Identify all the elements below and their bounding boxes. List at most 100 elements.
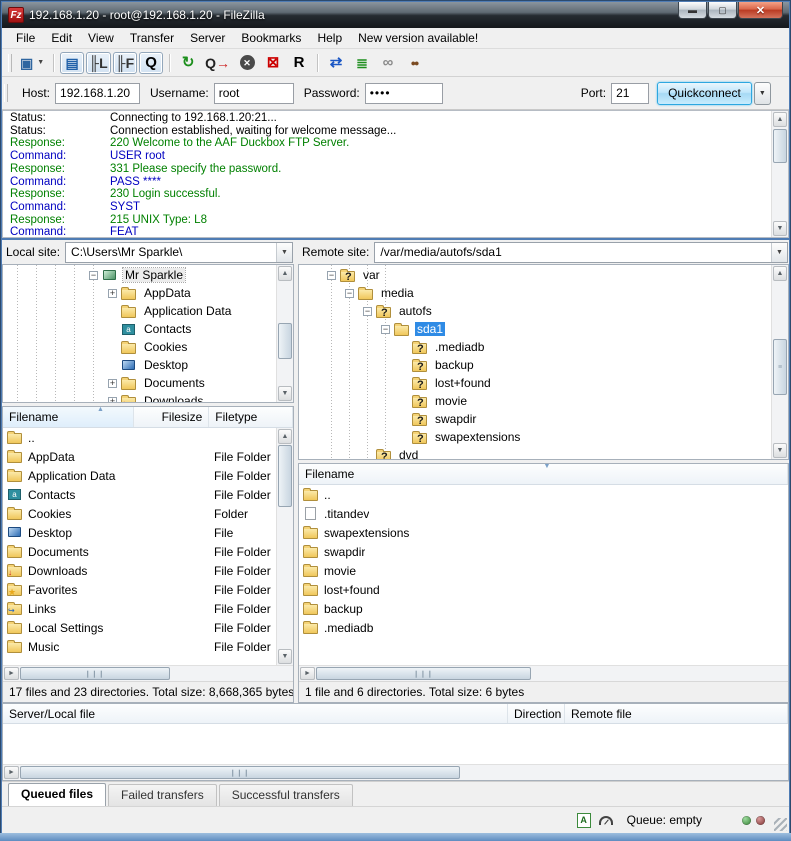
expand-icon[interactable]: + [108,289,117,298]
tab-failed-transfers[interactable]: Failed transfers [108,784,217,806]
collapse-icon[interactable]: − [381,325,390,334]
local-tree-scrollbar[interactable]: ▲ ▼ [276,265,293,402]
file-row-downloads[interactable]: ↓DownloadsFile Folder [3,561,293,580]
scroll-right-icon[interactable]: ► [4,766,19,779]
tab-queued-files[interactable]: Queued files [8,783,106,806]
file-row-music[interactable]: MusicFile Folder [3,637,293,656]
file-row-lost-found[interactable]: lost+found [299,580,788,599]
sync-browsing-button[interactable]: ≣ [350,52,374,74]
file-row-links[interactable]: ↪LinksFile Folder [3,599,293,618]
tree-item-swapdir[interactable]: swapdir [299,410,771,428]
menu-item-server[interactable]: Server [182,29,233,47]
scroll-down-icon[interactable]: ▼ [278,386,292,401]
local-list-scrollbar[interactable]: ▲ ▼ [276,428,293,665]
filter-button[interactable]: ∞ [376,52,400,74]
site-manager-button[interactable]: ▣▼ [17,52,47,74]
column-header-filesize[interactable]: Filesize [134,407,210,427]
host-input[interactable] [55,83,140,104]
resize-grip[interactable] [774,818,787,831]
column-header-filename[interactable]: Filename [3,407,134,427]
local-tree-button[interactable]: ╟L [86,52,110,74]
tree-item-contacts[interactable]: aContacts [3,320,276,338]
queue-column-remote-file[interactable]: Remote file [565,704,788,723]
message-log-button[interactable]: ▤ [60,52,84,74]
reconnect-button[interactable]: R [287,52,311,74]
message-log-scrollbar[interactable]: ▲ ▼ [771,111,788,237]
queue-column-server-local-file[interactable]: Server/Local file [3,704,508,723]
minimize-button[interactable]: ▬ [678,2,707,19]
menu-item-transfer[interactable]: Transfer [122,29,182,47]
scroll-down-icon[interactable]: ▼ [773,443,787,458]
menu-item-new-version-available[interactable]: New version available! [350,29,486,47]
password-input[interactable] [365,83,443,104]
tree-item-autofs[interactable]: −autofs [299,302,771,320]
tab-successful-transfers[interactable]: Successful transfers [219,784,353,806]
close-button[interactable]: ✕ [738,2,783,19]
menu-item-file[interactable]: File [8,29,43,47]
scroll-up-icon[interactable]: ▲ [773,112,787,127]
tree-item-documents[interactable]: +Documents [3,374,276,392]
tree-item-cookies[interactable]: Cookies [3,338,276,356]
collapse-icon[interactable]: − [89,271,98,280]
scroll-right-icon[interactable]: ► [4,667,19,680]
quickconnect-dropdown-button[interactable]: ▼ [754,82,771,105]
scroll-thumb[interactable]: ❙❙❙ [316,667,531,680]
file-row-[interactable]: .. [3,428,293,447]
remote-list-hscrollbar[interactable]: ◄ ❙❙❙ ► [299,665,788,681]
scroll-down-icon[interactable]: ▼ [773,221,787,236]
scroll-up-icon[interactable]: ▲ [278,266,292,281]
scroll-thumb[interactable] [278,445,292,507]
file-row-backup[interactable]: backup [299,599,788,618]
port-input[interactable] [611,83,649,104]
queue-button[interactable]: Q [139,52,163,74]
tree-item-application-data[interactable]: Application Data [3,302,276,320]
tree-item-sda1[interactable]: −sda1 [299,320,771,338]
file-row-documents[interactable]: DocumentsFile Folder [3,542,293,561]
file-row-desktop[interactable]: DesktopFile [3,523,293,542]
file-row-movie[interactable]: movie [299,561,788,580]
tree-item-dvd[interactable]: dvd [299,446,771,459]
collapse-icon[interactable]: − [345,289,354,298]
file-row-contacts[interactable]: aContactsFile Folder [3,485,293,504]
scroll-thumb[interactable] [278,323,292,359]
tree-item-mr-sparkle[interactable]: −Mr Sparkle [3,266,276,284]
scroll-thumb[interactable] [773,129,787,163]
file-row-[interactable]: .. [299,485,788,504]
collapse-icon[interactable]: − [363,307,372,316]
compare-button[interactable]: ⇄ [324,52,348,74]
remote-tree-button[interactable]: ╟F [113,52,137,74]
menu-item-view[interactable]: View [80,29,122,47]
remote-tree-scrollbar[interactable]: ▲ ≡ ▼ [771,265,788,459]
tree-item-var[interactable]: −var [299,266,771,284]
local-site-combobox[interactable]: C:\Users\Mr Sparkle\ ▼ [65,242,293,263]
scroll-up-icon[interactable]: ▲ [278,429,292,444]
queue-column-direction[interactable]: Direction [508,704,565,723]
tree-item-lost-found[interactable]: lost+found [299,374,771,392]
cancel-button[interactable]: ✕ [235,52,259,74]
file-row-appdata[interactable]: AppDataFile Folder [3,447,293,466]
scroll-thumb[interactable]: ≡ [773,339,787,395]
file-row-swapextensions[interactable]: swapextensions [299,523,788,542]
menu-item-bookmarks[interactable]: Bookmarks [233,29,309,47]
quickconnect-button[interactable]: Quickconnect [657,82,752,105]
chevron-down-icon[interactable]: ▼ [771,243,787,262]
tree-item-mediadb[interactable]: .mediadb [299,338,771,356]
menu-item-help[interactable]: Help [309,29,350,47]
chevron-down-icon[interactable]: ▼ [37,59,44,66]
remote-site-combobox[interactable]: /var/media/autofs/sda1 ▼ [374,242,788,263]
column-header-filetype[interactable]: Filetype [209,407,293,427]
tree-item-appdata[interactable]: +AppData [3,284,276,302]
expand-icon[interactable]: + [108,397,117,403]
queue-hscrollbar[interactable]: ◄ ❙❙❙ ► [3,764,788,780]
menu-item-edit[interactable]: Edit [43,29,80,47]
maximize-button[interactable]: ▢ [708,2,737,19]
scroll-right-icon[interactable]: ► [300,667,315,680]
scroll-thumb[interactable]: ❙❙❙ [20,766,460,779]
tree-item-movie[interactable]: movie [299,392,771,410]
chevron-down-icon[interactable]: ▼ [276,243,292,262]
scroll-thumb[interactable]: ❙❙❙ [20,667,170,680]
find-button[interactable]: ●● [402,52,426,74]
file-row-cookies[interactable]: CookiesFolder [3,504,293,523]
file-row-swapdir[interactable]: swapdir [299,542,788,561]
collapse-panel-icon[interactable]: ▼ [544,464,551,470]
